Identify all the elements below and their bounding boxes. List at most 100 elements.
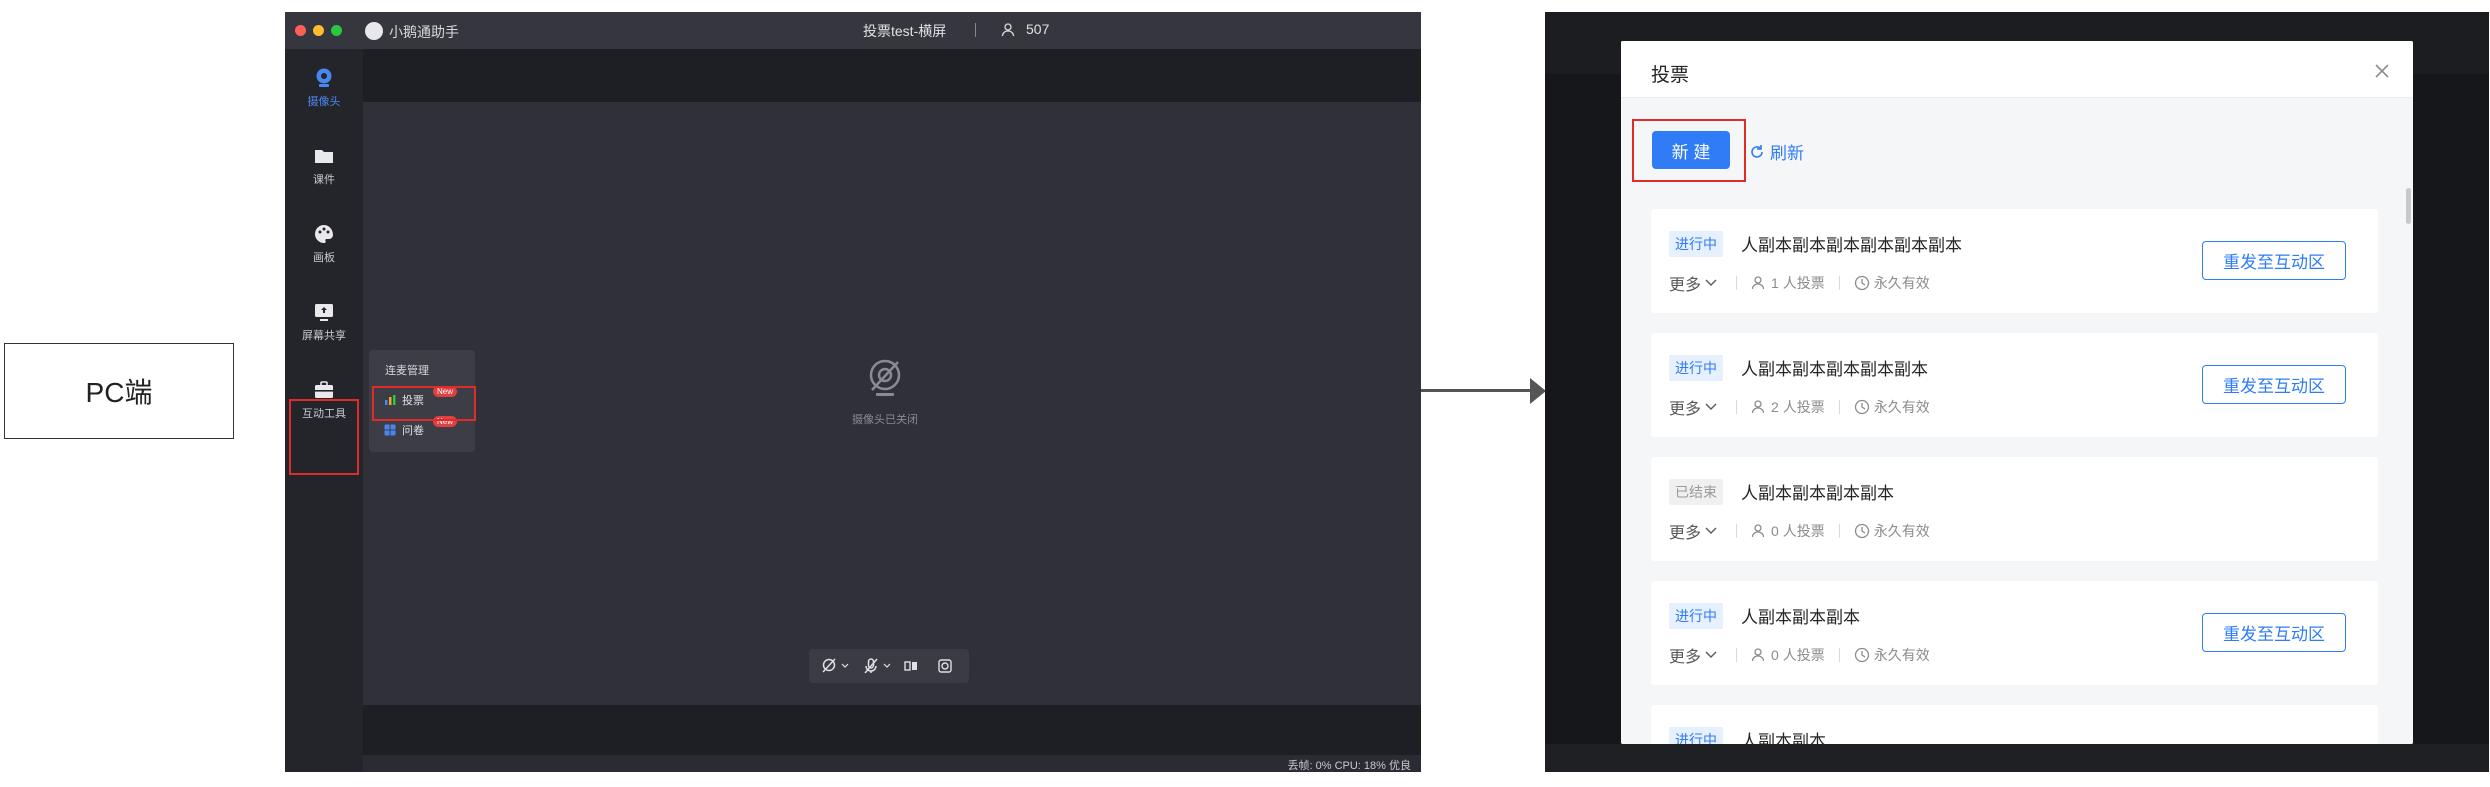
status-bar: 丢帧: 0% CPU: 18% 优良 bbox=[363, 755, 1421, 772]
resend-to-interaction-button[interactable]: 重发至互动区 bbox=[2202, 613, 2346, 652]
people-icon bbox=[1001, 23, 1015, 37]
sidebar-item-courseware[interactable]: 课件 bbox=[285, 135, 363, 205]
window-close-button[interactable] bbox=[295, 25, 306, 36]
sidebar-item-screenshare[interactable]: 屏幕共享 bbox=[285, 291, 363, 361]
menu-item-label: 问卷 bbox=[402, 425, 424, 437]
camera-off-indicator: 摄像头已关闭 bbox=[835, 356, 935, 427]
status-badge: 进行中 bbox=[1669, 727, 1723, 744]
voter-count: 2 人投票 bbox=[1771, 399, 1825, 415]
video-area: 摄像头已关闭 丢帧: 0% CPU: 18% 优良 bbox=[363, 49, 1421, 772]
refresh-button[interactable]: 刷新 bbox=[1749, 139, 1804, 164]
status-badge: 进行中 bbox=[1669, 355, 1723, 381]
dialog-title: 投票 bbox=[1651, 65, 1690, 86]
frame-bottom-band bbox=[1545, 744, 2489, 772]
voter-count: 1 人投票 bbox=[1771, 275, 1825, 291]
menu-item-questionnaire[interactable]: 问卷 bbox=[384, 422, 424, 438]
resend-to-interaction-button[interactable]: 重发至互动区 bbox=[2202, 241, 2346, 280]
sidebar-item-palette[interactable]: 画板 bbox=[285, 213, 363, 283]
camera-off-text: 摄像头已关闭 bbox=[852, 414, 918, 426]
vote-meta: 更多 0 人投票 永久有效 bbox=[1669, 519, 1930, 543]
close-icon[interactable] bbox=[2371, 60, 2393, 82]
meta-divider bbox=[1838, 524, 1840, 538]
camera-off-icon bbox=[869, 359, 901, 396]
app-name: 小鹅通助手 bbox=[389, 24, 459, 40]
arrow-head-icon bbox=[1530, 378, 1546, 404]
dialog-header: 投票 bbox=[1621, 41, 2413, 98]
vote-menu-highlight-box bbox=[372, 386, 476, 421]
sidebar-item-label: 画板 bbox=[313, 252, 335, 264]
status-badge: 进行中 bbox=[1669, 231, 1723, 257]
voter-count: 0 人投票 bbox=[1771, 647, 1825, 663]
toolbox-icon bbox=[315, 381, 333, 398]
voters-icon bbox=[1751, 276, 1765, 290]
meta-divider bbox=[1736, 524, 1738, 538]
meta-divider bbox=[1838, 648, 1840, 662]
meta-divider bbox=[1736, 276, 1738, 290]
chevron-down-icon bbox=[1705, 651, 1717, 658]
vote-name: 人副本副本副本副本 bbox=[1741, 484, 1894, 503]
arrow-line bbox=[1421, 389, 1534, 392]
chevron-down-icon bbox=[1705, 403, 1717, 410]
sidebar-item-label: 屏幕共享 bbox=[302, 330, 346, 342]
scrollbar[interactable] bbox=[2406, 188, 2411, 744]
validity-text: 永久有效 bbox=[1873, 647, 1930, 663]
vote-card[interactable]: 进行中 人副本副本 bbox=[1651, 705, 2378, 744]
grid-icon bbox=[384, 424, 396, 436]
new-button-highlight-box bbox=[1632, 119, 1746, 182]
more-dropdown[interactable]: 更多 bbox=[1669, 271, 1722, 295]
validity-text: 永久有效 bbox=[1873, 523, 1930, 539]
sidebar-item-camera[interactable]: 摄像头 bbox=[285, 57, 363, 127]
status-badge: 已结束 bbox=[1669, 479, 1723, 505]
status-badge: 进行中 bbox=[1669, 603, 1723, 629]
microphone-options-chevron-icon[interactable] bbox=[883, 663, 891, 669]
vote-card[interactable]: 已结束 人副本副本副本副本更多 0 人投票 永久有效 bbox=[1651, 457, 2378, 561]
window-maximize-button[interactable] bbox=[331, 25, 342, 36]
vote-meta: 更多 0 人投票 永久有效 bbox=[1669, 643, 1930, 667]
more-dropdown[interactable]: 更多 bbox=[1669, 519, 1722, 543]
meta-divider bbox=[1838, 400, 1840, 414]
resend-to-interaction-button[interactable]: 重发至互动区 bbox=[2202, 365, 2346, 404]
title-divider bbox=[975, 23, 976, 37]
meeting-title: 投票test-横屏 bbox=[863, 23, 947, 39]
scrollbar-thumb[interactable] bbox=[2406, 188, 2411, 224]
screen-share-icon bbox=[315, 304, 333, 321]
refresh-label: 刷新 bbox=[1770, 144, 1804, 163]
vote-card[interactable]: 进行中 人副本副本副本副本副本副本 更多 1 人投票 永久有效 重发至互动区 bbox=[1651, 209, 2378, 313]
voter-count: 0 人投票 bbox=[1771, 523, 1825, 539]
camera-icon bbox=[316, 68, 332, 87]
microphone-toggle-icon[interactable] bbox=[863, 658, 879, 674]
meta-divider bbox=[1736, 400, 1738, 414]
clock-icon bbox=[1854, 275, 1869, 291]
pc-label: PC端 bbox=[4, 343, 234, 439]
camera-options-chevron-icon[interactable] bbox=[841, 663, 849, 669]
vote-meta: 更多 1 人投票 永久有效 bbox=[1669, 271, 1930, 295]
meta-divider bbox=[1736, 648, 1738, 662]
chevron-down-icon bbox=[1705, 527, 1717, 534]
vote-name: 人副本副本副本副本副本 bbox=[1741, 360, 1928, 379]
screenshot-icon[interactable] bbox=[937, 658, 953, 674]
clock-icon bbox=[1854, 399, 1869, 415]
more-dropdown[interactable]: 更多 bbox=[1669, 395, 1722, 419]
vote-card[interactable]: 进行中 人副本副本副本副本副本 更多 2 人投票 永久有效 重发至互动区 bbox=[1651, 333, 2378, 437]
media-toolbar bbox=[809, 649, 969, 683]
camera-toggle-icon[interactable] bbox=[821, 658, 837, 674]
more-label: 更多 bbox=[1669, 649, 1702, 666]
vote-name: 人副本副本 bbox=[1741, 732, 1826, 744]
more-label: 更多 bbox=[1669, 525, 1702, 542]
vote-meta: 更多 2 人投票 永久有效 bbox=[1669, 395, 1930, 419]
more-dropdown[interactable]: 更多 bbox=[1669, 643, 1722, 667]
folder-icon bbox=[315, 150, 333, 163]
voters-icon bbox=[1751, 648, 1765, 662]
video-bottom-band bbox=[363, 705, 1421, 755]
vote-card[interactable]: 进行中 人副本副本副本 更多 0 人投票 永久有效 重发至互动区 bbox=[1651, 581, 2378, 685]
sidebar-item-label: 摄像头 bbox=[307, 96, 341, 108]
more-label: 更多 bbox=[1669, 277, 1702, 294]
layout-toggle-icon[interactable] bbox=[903, 658, 919, 674]
window-minimize-button[interactable] bbox=[313, 25, 324, 36]
chevron-down-icon bbox=[1705, 279, 1717, 286]
voters-icon bbox=[1751, 400, 1765, 414]
validity-text: 永久有效 bbox=[1873, 399, 1930, 415]
menu-title: 连麦管理 bbox=[385, 365, 429, 377]
vote-name: 人副本副本副本副本副本副本 bbox=[1741, 236, 1962, 255]
sidebar: 摄像头 课件 画板 屏幕共享 互动工具 bbox=[285, 49, 363, 772]
